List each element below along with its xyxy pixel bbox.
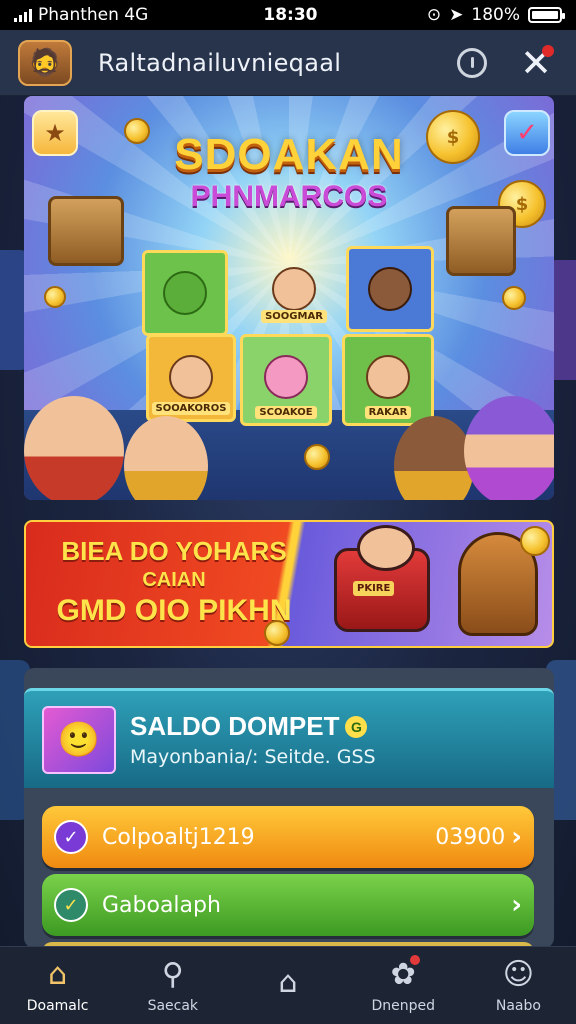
location-icon: ➤ (449, 5, 464, 25)
nav-item-bag[interactable]: ✿ Dnenped (346, 947, 461, 1024)
bottom-nav: ⌂ Doamalc ⚲ Saecak ⌂ ✿ Dnenped ☺ Naabo (0, 946, 576, 1024)
nav-label: Dnenped (371, 997, 435, 1014)
character-card[interactable]: RAKAR (342, 334, 434, 426)
coin-icon: $ (426, 110, 480, 164)
robot-character: PKIRE (334, 525, 430, 632)
hero-banner[interactable]: ★ ✓ SDOAKAN PHNMARCOS $ $ SOOGMAR SOOAKO… (24, 96, 554, 500)
coin-icon (520, 526, 550, 556)
nav-label: Saecak (147, 997, 199, 1014)
treasure-chest-icon (446, 206, 516, 276)
action-label: Colpoaltj1219 (102, 824, 255, 850)
app-header: 🧔 Raltadnailuvnieqaal ✕ (0, 30, 576, 96)
store-icon: ⌂ (278, 965, 298, 1000)
chevron-right-icon: › (511, 822, 522, 852)
promo-line-2: CAIAN (142, 569, 206, 591)
nav-label: Naabo (495, 997, 541, 1014)
battery-icon (528, 7, 565, 23)
action-label: Gaboalaph (102, 892, 221, 918)
status-bar: Phanthen 4G 18:30 ⊙ ➤ 180% (0, 0, 576, 30)
action-button-2[interactable]: ✓ Gaboalaph › (42, 874, 534, 936)
wallet-card[interactable]: 🙂 SALDO DOMPET G Mayonbania/: Seitde. GS… (24, 688, 554, 788)
carrier-label: Phanthen 4G (38, 5, 149, 25)
wallet-title: SALDO DOMPET (130, 711, 340, 741)
action-button-1[interactable]: ✓ Colpoaltj1219 03900 › (42, 806, 534, 868)
character-figure (24, 396, 124, 500)
notification-dot (409, 955, 420, 965)
character-card[interactable] (142, 250, 228, 336)
coin-icon (304, 444, 330, 470)
profile-icon: ☺ (502, 957, 535, 992)
nav-label: Doamalc (26, 997, 89, 1014)
alarm-icon: ⊙ (426, 5, 442, 25)
battery-percent: 180% (471, 5, 520, 25)
notification-dot (542, 44, 554, 57)
promo-line-3: GMD OIO PIKHN (56, 594, 292, 627)
page-title: Raltadnailuvnieqaal (98, 48, 342, 77)
wallet-avatar: 🙂 (42, 705, 116, 774)
nav-item-store[interactable]: ⌂ (230, 947, 345, 1024)
promo-banner[interactable]: BIEA DO YOHARS CAIAN GMD OIO PIKHN PKIRE (24, 520, 554, 648)
coin-icon (124, 118, 150, 144)
check-icon: ✓ (54, 820, 88, 854)
chevron-right-icon: › (511, 890, 522, 920)
character-card[interactable]: SOOAKOROS (146, 334, 236, 422)
promo-line-1: BIEA DO YOHARS (61, 536, 287, 566)
character-figure (464, 396, 554, 500)
home-icon: ⌂ (48, 957, 68, 992)
robot-tag: PKIRE (353, 581, 395, 596)
coin-icon: G (345, 715, 368, 738)
action-value: 03900 (435, 824, 506, 850)
check-icon: ✓ (54, 888, 88, 922)
coin-icon (264, 620, 290, 646)
coin-icon (502, 286, 526, 310)
treasure-chest-icon (48, 196, 124, 266)
nav-item-search[interactable]: ⚲ Saecak (115, 947, 230, 1024)
nav-item-profile[interactable]: ☺ Naabo (461, 947, 576, 1024)
character-card[interactable]: SOOGMAR (254, 246, 334, 330)
character-card[interactable]: SCOAKOE (240, 334, 332, 426)
coin-icon (44, 286, 66, 308)
close-button[interactable]: ✕ (514, 41, 558, 85)
clock: 18:30 (263, 5, 318, 25)
avatar[interactable]: 🧔 (18, 39, 72, 86)
info-button[interactable] (450, 41, 494, 85)
wallet-subtitle: Mayonbania/: Seitde. GSS (130, 746, 376, 768)
search-icon: ⚲ (161, 957, 184, 992)
character-card[interactable] (346, 246, 434, 332)
signal-icon (14, 8, 32, 22)
nav-item-home[interactable]: ⌂ Doamalc (0, 947, 115, 1024)
info-icon (457, 47, 487, 78)
